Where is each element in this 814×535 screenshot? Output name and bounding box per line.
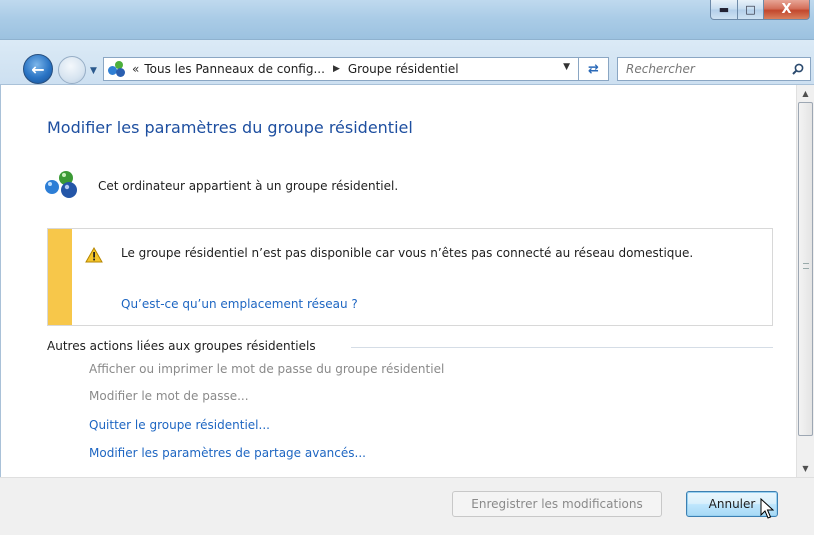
maximize-icon: □	[745, 3, 756, 16]
scroll-up-icon[interactable]: ▲	[797, 85, 814, 102]
breadcrumb-homegroup[interactable]: Groupe résidentiel	[348, 62, 459, 76]
address-bar[interactable]: « Tous les Panneaux de config... ▶ Group…	[103, 57, 579, 81]
maximize-button[interactable]: □	[738, 0, 764, 20]
page-title: Modifier les paramètres du groupe réside…	[47, 118, 413, 137]
recent-pages-dropdown[interactable]: ▼	[90, 66, 97, 76]
save-button[interactable]: Enregistrer les modifications	[452, 491, 662, 517]
homegroup-icon	[45, 171, 77, 198]
breadcrumb-separator-icon[interactable]: ▶	[333, 64, 340, 74]
scroll-thumb[interactable]	[798, 102, 813, 436]
change-password-link: Modifier le mot de passe...	[89, 389, 249, 403]
homegroup-icon	[108, 61, 126, 77]
forward-button[interactable]	[58, 56, 86, 84]
window-controls: ▬ □ X	[710, 0, 810, 20]
view-print-password-link: Afficher ou imprimer le mot de passe du …	[89, 362, 445, 376]
breadcrumb-overflow[interactable]: «	[132, 62, 139, 76]
warning-message: Le groupe résidentiel n’est pas disponib…	[121, 246, 694, 260]
navigation-bar: ← ▼ « Tous les Panneaux de config... ▶ G…	[0, 40, 814, 85]
search-icon[interactable]	[792, 63, 804, 75]
close-icon: X	[781, 2, 792, 17]
scroll-down-icon[interactable]: ▼	[797, 460, 814, 477]
back-arrow-icon: ←	[31, 59, 45, 79]
vertical-scrollbar[interactable]: ▲ ▼	[796, 85, 814, 477]
membership-status: Cet ordinateur appartient à un groupe ré…	[98, 179, 399, 193]
warning-icon	[85, 247, 103, 263]
leave-homegroup-link[interactable]: Quitter le groupe résidentiel...	[89, 418, 270, 432]
refresh-icon: ⇄	[588, 61, 599, 77]
back-button[interactable]: ←	[23, 54, 53, 84]
search-input[interactable]	[626, 62, 786, 76]
minimize-icon: ▬	[718, 3, 730, 16]
advanced-sharing-settings-link[interactable]: Modifier les paramètres de partage avanc…	[89, 446, 366, 460]
address-dropdown-icon[interactable]: ▼	[563, 62, 570, 72]
section-header-other-actions: Autres actions liées aux groupes résiden…	[47, 339, 316, 353]
section-divider	[351, 347, 773, 348]
warning-stripe	[48, 229, 72, 325]
minimize-button[interactable]: ▬	[710, 0, 738, 20]
grip-icon	[803, 263, 809, 269]
warning-panel: Le groupe résidentiel n’est pas disponib…	[47, 228, 773, 326]
search-box[interactable]	[617, 57, 811, 81]
title-bar: ▬ □ X	[0, 0, 814, 40]
mouse-cursor-icon	[760, 498, 774, 519]
breadcrumb-all-control-panel[interactable]: Tous les Panneaux de config...	[144, 62, 325, 76]
content-pane: Modifier les paramètres du groupe réside…	[0, 85, 796, 477]
refresh-button[interactable]: ⇄	[579, 57, 609, 81]
network-location-help-link[interactable]: Qu’est-ce qu’un emplacement réseau ?	[121, 297, 358, 311]
footer-bar: Enregistrer les modifications Annuler	[0, 477, 814, 535]
close-button[interactable]: X	[764, 0, 810, 20]
